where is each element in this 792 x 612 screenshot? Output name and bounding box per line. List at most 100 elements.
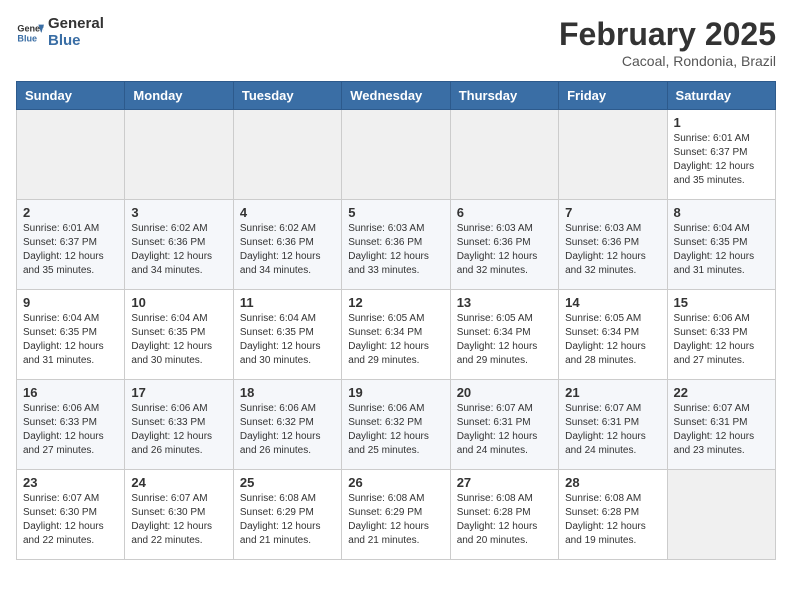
calendar-cell: 26Sunrise: 6:08 AM Sunset: 6:29 PM Dayli…	[342, 470, 450, 560]
day-number: 11	[240, 295, 335, 310]
day-number: 13	[457, 295, 552, 310]
calendar-cell: 18 Sunrise: 6:06 AM Sunset: 6:32 PM Dayli…	[233, 380, 341, 470]
day-number: 26	[348, 475, 443, 490]
calendar-cell: 19 Sunrise: 6:06 AM Sunset: 6:32 PM Dayli…	[342, 380, 450, 470]
calendar-cell: 12 Sunrise: 6:05 AM Sunset: 6:34 PM Dayli…	[342, 290, 450, 380]
month-title: February 2025	[559, 16, 776, 53]
day-number: 22	[674, 385, 769, 400]
calendar-cell: 1 Sunrise: 6:01 AM Sunset: 6:37 PM Daylig…	[667, 110, 775, 200]
day-info: Sunrise: 6:08 AM Sunset: 6:28 PM Dayligh…	[457, 492, 552, 548]
calendar-cell: 11Sunrise: 6:04 AM Sunset: 6:35 PM Dayli…	[233, 290, 341, 380]
day-info: Sunrise: 6:04 AM Sunset: 6:35 PM Dayligh…	[131, 312, 226, 368]
calendar-table: Sunday Monday Tuesday Wednesday Thursday…	[16, 81, 776, 560]
day-info: Sunrise: 6:06 AM Sunset: 6:33 PM Dayligh…	[23, 402, 118, 458]
day-info: Sunrise: 6:07 AM Sunset: 6:31 PM Dayligh…	[457, 402, 552, 458]
day-info: Sunrise: 6:03 AM Sunset: 6:36 PM Dayligh…	[565, 222, 660, 278]
col-monday: Monday	[125, 82, 233, 110]
day-info: Sunrise: 6:03 AM Sunset: 6:36 PM Dayligh…	[457, 222, 552, 278]
day-number: 18	[240, 385, 335, 400]
day-number: 21	[565, 385, 660, 400]
calendar-cell: 14 Sunrise: 6:05 AM Sunset: 6:34 PM Dayli…	[559, 290, 667, 380]
day-info: Sunrise: 6:06 AM Sunset: 6:32 PM Dayligh…	[240, 402, 335, 458]
calendar-cell: 2 Sunrise: 6:01 AM Sunset: 6:37 PM Daylig…	[17, 200, 125, 290]
col-wednesday: Wednesday	[342, 82, 450, 110]
day-info: Sunrise: 6:06 AM Sunset: 6:33 PM Dayligh…	[131, 402, 226, 458]
svg-text:Blue: Blue	[17, 33, 37, 43]
day-info: Sunrise: 6:06 AM Sunset: 6:32 PM Dayligh…	[348, 402, 443, 458]
col-sunday: Sunday	[17, 82, 125, 110]
day-info: Sunrise: 6:07 AM Sunset: 6:31 PM Dayligh…	[565, 402, 660, 458]
day-number: 4	[240, 205, 335, 220]
calendar-cell: 7 Sunrise: 6:03 AM Sunset: 6:36 PM Daylig…	[559, 200, 667, 290]
page: General Blue General Blue February 2025 …	[0, 0, 792, 576]
logo-blue-text: Blue	[48, 32, 81, 49]
day-number: 23	[23, 475, 118, 490]
col-thursday: Thursday	[450, 82, 558, 110]
calendar-cell	[450, 110, 558, 200]
day-info: Sunrise: 6:01 AM Sunset: 6:37 PM Dayligh…	[674, 132, 769, 188]
day-info: Sunrise: 6:07 AM Sunset: 6:30 PM Dayligh…	[23, 492, 118, 548]
day-number: 10	[131, 295, 226, 310]
calendar-cell: 28Sunrise: 6:08 AM Sunset: 6:28 PM Dayli…	[559, 470, 667, 560]
calendar-cell: 27 Sunrise: 6:08 AM Sunset: 6:28 PM Dayli…	[450, 470, 558, 560]
day-number: 17	[131, 385, 226, 400]
day-number: 8	[674, 205, 769, 220]
day-number: 12	[348, 295, 443, 310]
logo-general-text: General	[48, 15, 104, 32]
day-info: Sunrise: 6:06 AM Sunset: 6:33 PM Dayligh…	[674, 312, 769, 368]
calendar-cell: 8 Sunrise: 6:04 AM Sunset: 6:35 PM Daylig…	[667, 200, 775, 290]
day-number: 20	[457, 385, 552, 400]
calendar-cell: 20 Sunrise: 6:07 AM Sunset: 6:31 PM Dayli…	[450, 380, 558, 470]
day-info: Sunrise: 6:07 AM Sunset: 6:31 PM Dayligh…	[674, 402, 769, 458]
calendar-week-3: 9Sunrise: 6:04 AM Sunset: 6:35 PM Daylig…	[17, 290, 776, 380]
day-info: Sunrise: 6:02 AM Sunset: 6:36 PM Dayligh…	[240, 222, 335, 278]
logo-icon: General Blue	[16, 19, 44, 47]
calendar-week-2: 2 Sunrise: 6:01 AM Sunset: 6:37 PM Daylig…	[17, 200, 776, 290]
day-info: Sunrise: 6:05 AM Sunset: 6:34 PM Dayligh…	[457, 312, 552, 368]
calendar-cell	[559, 110, 667, 200]
day-number: 25	[240, 475, 335, 490]
day-number: 2	[23, 205, 118, 220]
title-block: February 2025 Cacoal, Rondonia, Brazil	[559, 16, 776, 69]
calendar-cell: 25 Sunrise: 6:08 AM Sunset: 6:29 PM Dayli…	[233, 470, 341, 560]
day-info: Sunrise: 6:04 AM Sunset: 6:35 PM Dayligh…	[674, 222, 769, 278]
col-tuesday: Tuesday	[233, 82, 341, 110]
calendar-week-4: 16 Sunrise: 6:06 AM Sunset: 6:33 PM Dayli…	[17, 380, 776, 470]
day-number: 14	[565, 295, 660, 310]
calendar-cell: 13 Sunrise: 6:05 AM Sunset: 6:34 PM Dayli…	[450, 290, 558, 380]
day-info: Sunrise: 6:02 AM Sunset: 6:36 PM Dayligh…	[131, 222, 226, 278]
calendar-cell: 6 Sunrise: 6:03 AM Sunset: 6:36 PM Daylig…	[450, 200, 558, 290]
day-number: 6	[457, 205, 552, 220]
calendar-cell	[125, 110, 233, 200]
calendar-cell: 16 Sunrise: 6:06 AM Sunset: 6:33 PM Dayli…	[17, 380, 125, 470]
day-info: Sunrise: 6:08 AM Sunset: 6:29 PM Dayligh…	[240, 492, 335, 548]
calendar-cell: 17 Sunrise: 6:06 AM Sunset: 6:33 PM Dayli…	[125, 380, 233, 470]
day-number: 16	[23, 385, 118, 400]
logo: General Blue General Blue	[16, 16, 104, 49]
day-number: 1	[674, 115, 769, 130]
day-info: Sunrise: 6:03 AM Sunset: 6:36 PM Dayligh…	[348, 222, 443, 278]
calendar-cell: 22 Sunrise: 6:07 AM Sunset: 6:31 PM Dayli…	[667, 380, 775, 470]
day-number: 27	[457, 475, 552, 490]
calendar-header-row: Sunday Monday Tuesday Wednesday Thursday…	[17, 82, 776, 110]
calendar-cell	[342, 110, 450, 200]
calendar-cell: 24Sunrise: 6:07 AM Sunset: 6:30 PM Dayli…	[125, 470, 233, 560]
calendar-cell: 4 Sunrise: 6:02 AM Sunset: 6:36 PM Daylig…	[233, 200, 341, 290]
calendar-cell: 3 Sunrise: 6:02 AM Sunset: 6:36 PM Daylig…	[125, 200, 233, 290]
day-number: 3	[131, 205, 226, 220]
col-saturday: Saturday	[667, 82, 775, 110]
day-number: 24	[131, 475, 226, 490]
day-info: Sunrise: 6:05 AM Sunset: 6:34 PM Dayligh…	[565, 312, 660, 368]
day-info: Sunrise: 6:04 AM Sunset: 6:35 PM Dayligh…	[23, 312, 118, 368]
day-number: 19	[348, 385, 443, 400]
calendar-cell	[233, 110, 341, 200]
day-info: Sunrise: 6:01 AM Sunset: 6:37 PM Dayligh…	[23, 222, 118, 278]
calendar-cell	[17, 110, 125, 200]
day-number: 5	[348, 205, 443, 220]
calendar-week-1: 1 Sunrise: 6:01 AM Sunset: 6:37 PM Daylig…	[17, 110, 776, 200]
calendar-cell	[667, 470, 775, 560]
day-number: 7	[565, 205, 660, 220]
calendar-cell: 5 Sunrise: 6:03 AM Sunset: 6:36 PM Daylig…	[342, 200, 450, 290]
calendar-week-5: 23 Sunrise: 6:07 AM Sunset: 6:30 PM Dayli…	[17, 470, 776, 560]
day-info: Sunrise: 6:05 AM Sunset: 6:34 PM Dayligh…	[348, 312, 443, 368]
